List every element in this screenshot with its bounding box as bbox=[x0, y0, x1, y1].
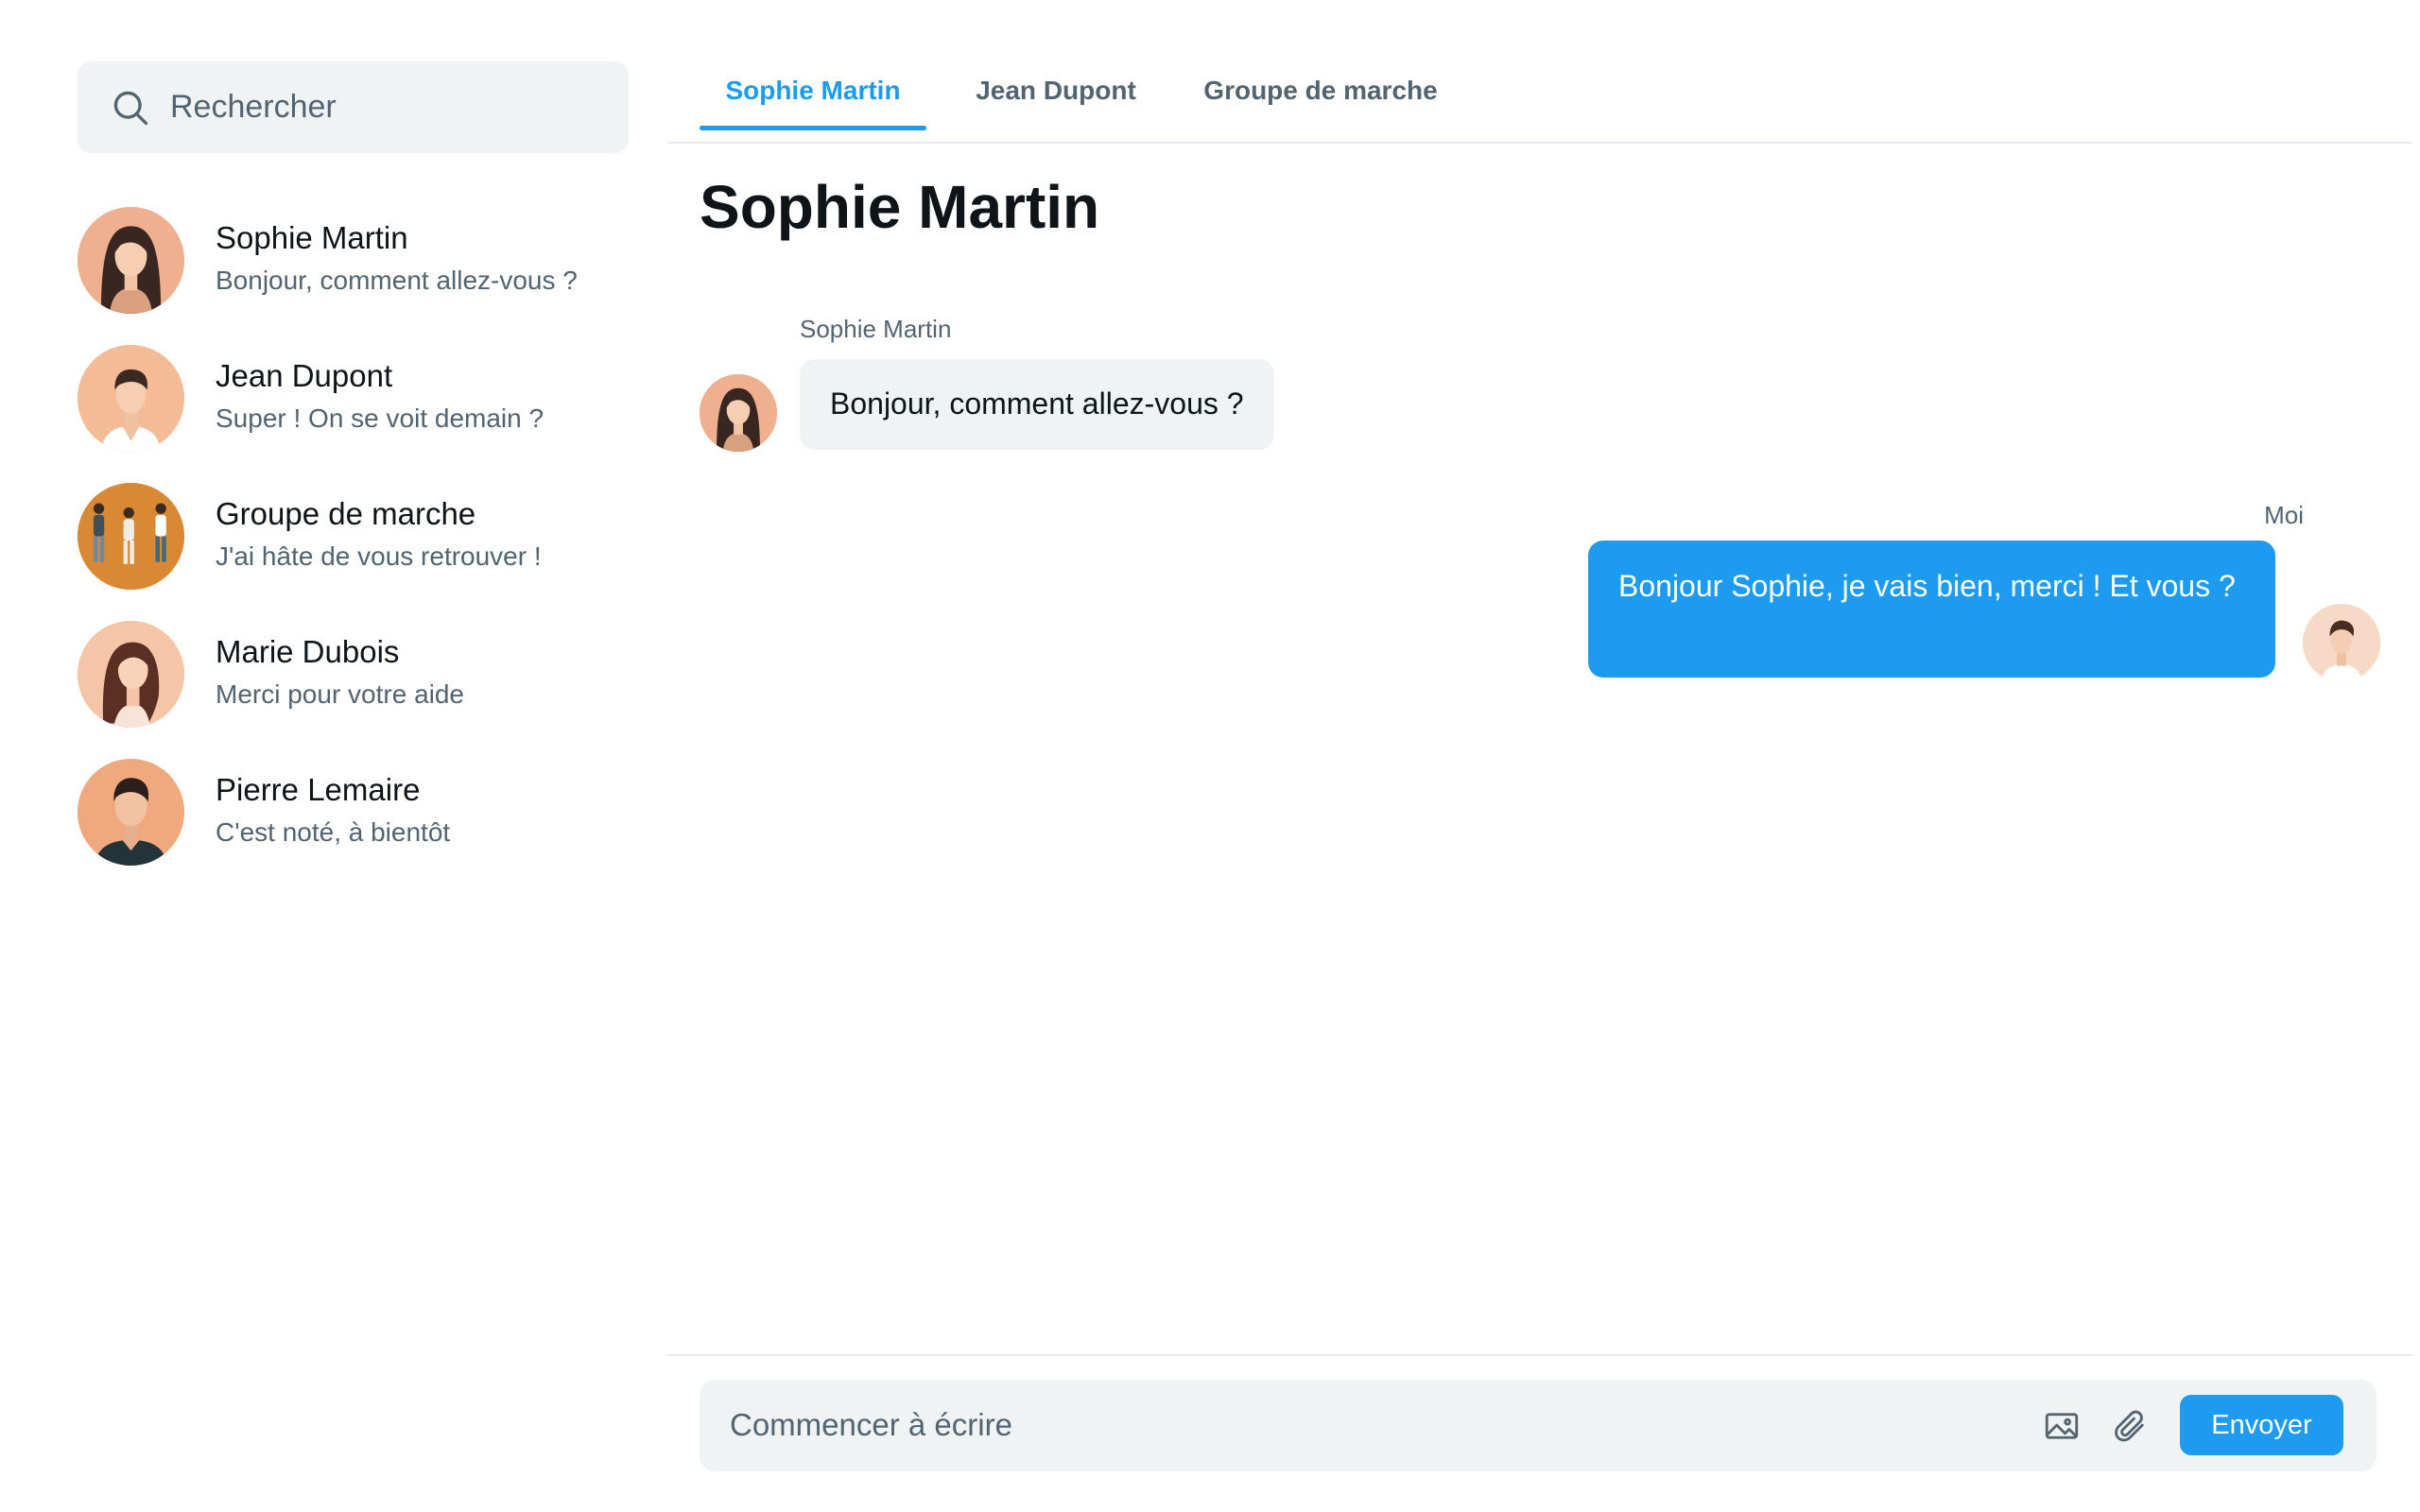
group-avatar-icon bbox=[78, 482, 184, 590]
contact-list: Sophie Martin Bonjour, comment allez-vou… bbox=[78, 191, 629, 881]
message-input[interactable] bbox=[730, 1399, 2034, 1452]
contact-text: Sophie Martin Bonjour, comment allez-vou… bbox=[216, 217, 578, 302]
tab-jean-dupont[interactable]: Jean Dupont bbox=[966, 57, 1146, 125]
contact-item-groupe-de-marche[interactable]: Groupe de marche J'ai hâte de vous retro… bbox=[78, 467, 629, 605]
man-avatar-icon bbox=[78, 758, 184, 866]
attach-image-button[interactable] bbox=[2042, 1406, 2082, 1446]
contact-preview: J'ai hâte de vous retrouver ! bbox=[216, 541, 542, 571]
woman-avatar-icon bbox=[78, 206, 184, 314]
woman-avatar-icon bbox=[700, 374, 777, 452]
man-avatar-icon bbox=[2303, 604, 2380, 681]
search-bar[interactable] bbox=[78, 61, 629, 153]
contact-item-sophie-martin[interactable]: Sophie Martin Bonjour, comment allez-vou… bbox=[78, 191, 629, 329]
avatar bbox=[78, 206, 184, 314]
contact-preview: Bonjour, comment allez-vous ? bbox=[216, 266, 578, 295]
message-composer: Envoyer bbox=[700, 1380, 2377, 1471]
man-avatar-icon bbox=[78, 344, 184, 452]
tab-groupe-de-marche[interactable]: Groupe de marche bbox=[1193, 57, 1448, 125]
woman-avatar-icon bbox=[78, 620, 184, 728]
message-sender-label: Sophie Martin bbox=[800, 315, 952, 343]
image-icon bbox=[2045, 1413, 2079, 1439]
tab-sophie-martin[interactable]: Sophie Martin bbox=[700, 57, 926, 130]
contact-text: Marie Dubois Merci pour votre aide bbox=[216, 631, 464, 716]
avatar bbox=[78, 758, 184, 866]
message-sender-label: Moi bbox=[2264, 501, 2304, 529]
contact-text: Pierre Lemaire C'est noté, à bientôt bbox=[216, 769, 450, 854]
contact-name: Marie Dubois bbox=[216, 634, 400, 669]
contact-name: Sophie Martin bbox=[216, 220, 408, 255]
contact-preview: Super ! On se voit demain ? bbox=[216, 404, 544, 433]
contact-text: Groupe de marche J'ai hâte de vous retro… bbox=[216, 493, 542, 578]
contact-item-jean-dupont[interactable]: Jean Dupont Super ! On se voit demain ? bbox=[78, 329, 629, 467]
avatar bbox=[78, 344, 184, 452]
contact-item-pierre-lemaire[interactable]: Pierre Lemaire C'est noté, à bientôt bbox=[78, 743, 629, 881]
avatar bbox=[78, 620, 184, 728]
contact-name: Groupe de marche bbox=[216, 496, 476, 531]
conversation-tabs: Sophie Martin Jean Dupont Groupe de marc… bbox=[667, 57, 2412, 144]
paperclip-icon bbox=[2115, 1410, 2144, 1442]
contact-preview: Merci pour votre aide bbox=[216, 679, 465, 709]
avatar bbox=[2303, 604, 2380, 681]
message-bubble-outgoing: Bonjour Sophie, je vais bien, merci ! Et… bbox=[1588, 541, 2275, 678]
contact-preview: C'est noté, à bientôt bbox=[216, 817, 451, 847]
contact-text: Jean Dupont Super ! On se voit demain ? bbox=[216, 355, 544, 440]
contact-name: Jean Dupont bbox=[216, 358, 393, 393]
messaging-app: Sophie Martin Bonjour, comment allez-vou… bbox=[0, 0, 2420, 1512]
message-bubble-incoming: Bonjour, comment allez-vous ? bbox=[800, 359, 1274, 450]
avatar bbox=[700, 374, 777, 452]
composer-divider bbox=[667, 1354, 2412, 1356]
chat-title: Sophie Martin bbox=[700, 173, 1100, 241]
attach-file-button[interactable] bbox=[2111, 1406, 2151, 1446]
search-icon bbox=[113, 91, 148, 125]
contact-item-marie-dubois[interactable]: Marie Dubois Merci pour votre aide bbox=[78, 605, 629, 743]
sidebar: Sophie Martin Bonjour, comment allez-vou… bbox=[78, 61, 629, 881]
avatar bbox=[78, 482, 184, 590]
send-button[interactable]: Envoyer bbox=[2180, 1395, 2343, 1455]
contact-name: Pierre Lemaire bbox=[216, 772, 421, 807]
search-input[interactable] bbox=[170, 89, 605, 126]
conversation-panel: Sophie Martin Jean Dupont Groupe de marc… bbox=[667, 0, 2412, 1512]
